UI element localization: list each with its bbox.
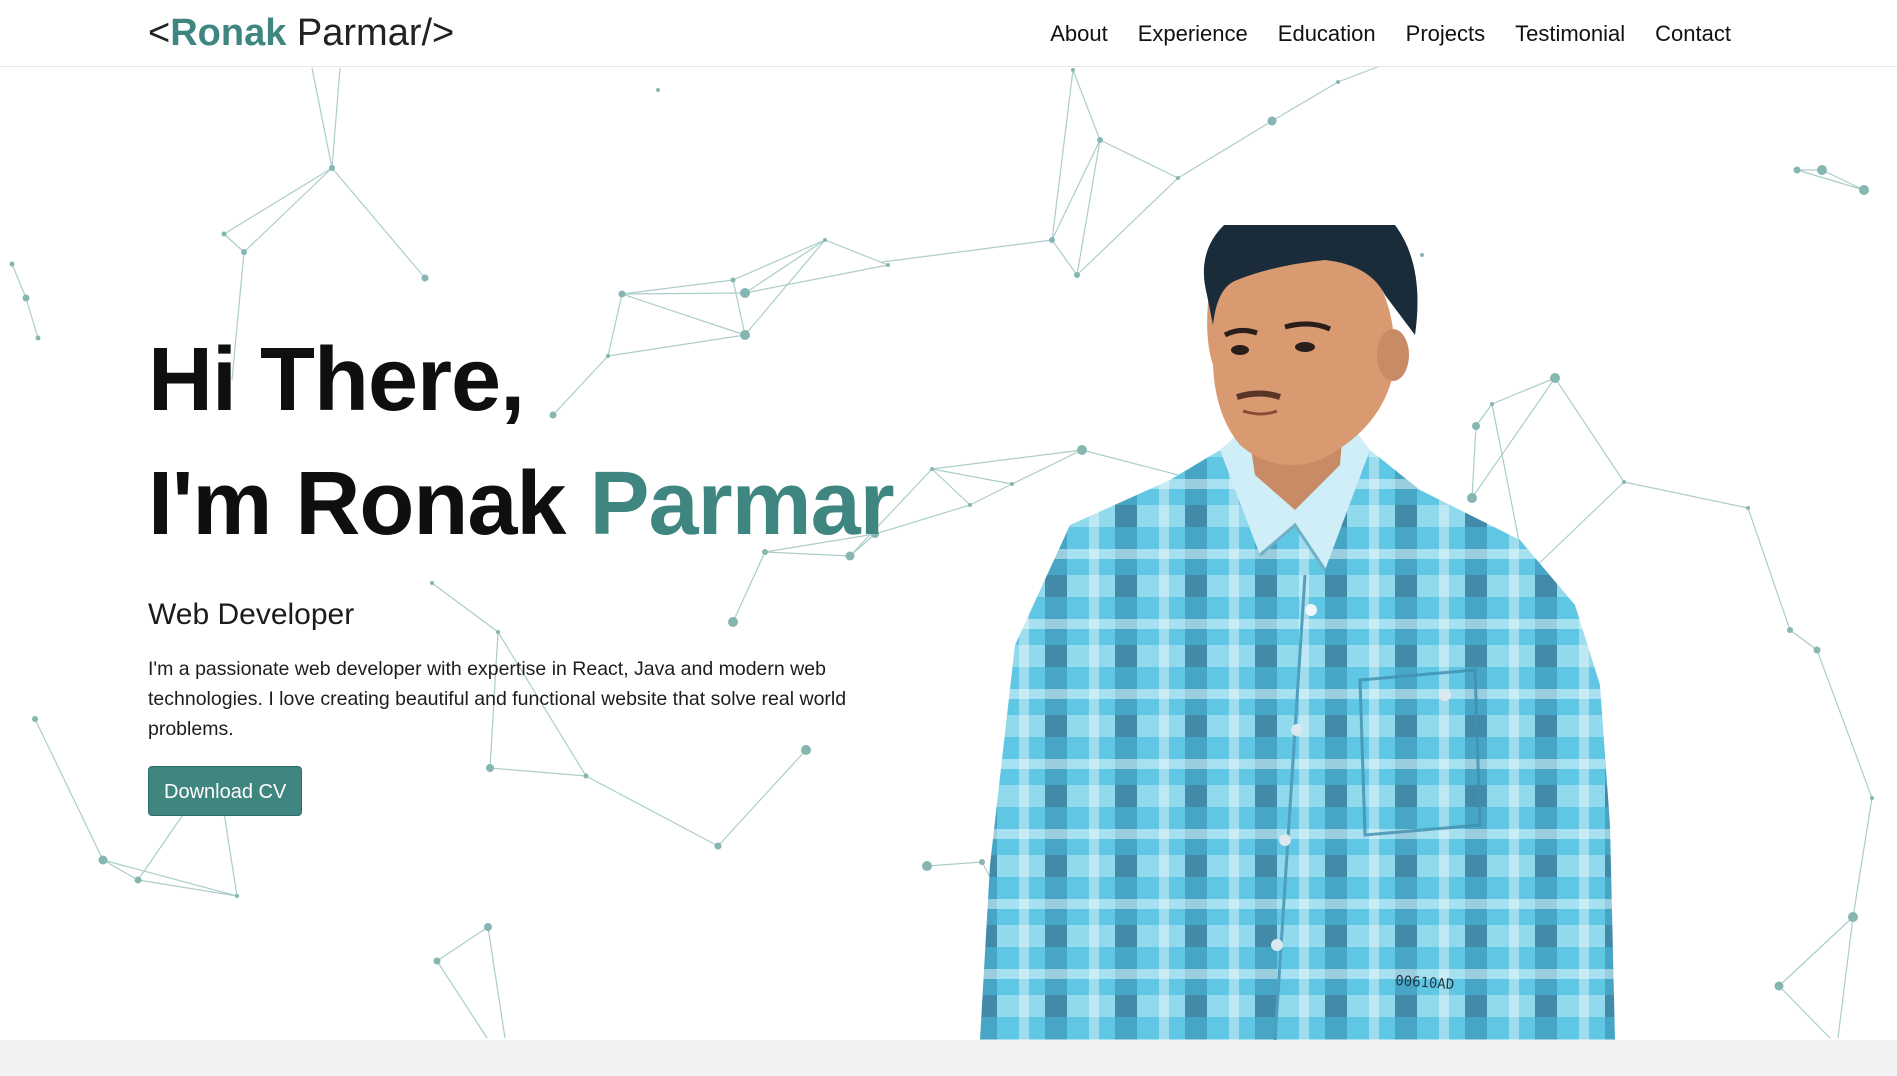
brand-logo[interactable]: <Ronak Parmar/> bbox=[148, 10, 454, 56]
hero-role: Web Developer bbox=[148, 598, 355, 631]
nav-link-education[interactable]: Education bbox=[1278, 21, 1376, 47]
brand-open: < bbox=[148, 12, 171, 54]
brand-first-name: Ronak bbox=[170, 12, 287, 54]
hero-section: Hi There, I'm Ronak Parmar Web Developer… bbox=[148, 318, 908, 816]
hero-heading: Hi There, I'm Ronak Parmar bbox=[148, 318, 908, 566]
hero-description: I'm a passionate web developer with expe… bbox=[148, 658, 847, 740]
hero-name-prefix: I'm Ronak bbox=[148, 454, 590, 554]
hero-name-accent: Parmar bbox=[589, 454, 895, 554]
navbar: <Ronak Parmar/> About Experience Educati… bbox=[0, 0, 1897, 67]
nav-link-experience[interactable]: Experience bbox=[1138, 21, 1248, 47]
nav-link-contact[interactable]: Contact bbox=[1655, 21, 1731, 47]
nav-menu: About Experience Education Projects Test… bbox=[1050, 0, 1731, 67]
download-cv-button[interactable]: Download CV bbox=[148, 766, 303, 816]
brand-rest: Parmar/> bbox=[286, 12, 455, 54]
profile-photo: 00610AD bbox=[980, 225, 1615, 1040]
nav-link-projects[interactable]: Projects bbox=[1406, 21, 1485, 47]
hero-greeting: Hi There, bbox=[148, 330, 525, 430]
portfolio-page: <Ronak Parmar/> About Experience Educati… bbox=[0, 0, 1897, 1076]
nav-link-about[interactable]: About bbox=[1050, 21, 1108, 47]
nav-link-testimonial[interactable]: Testimonial bbox=[1515, 21, 1625, 47]
next-section-strip bbox=[0, 1040, 1897, 1076]
